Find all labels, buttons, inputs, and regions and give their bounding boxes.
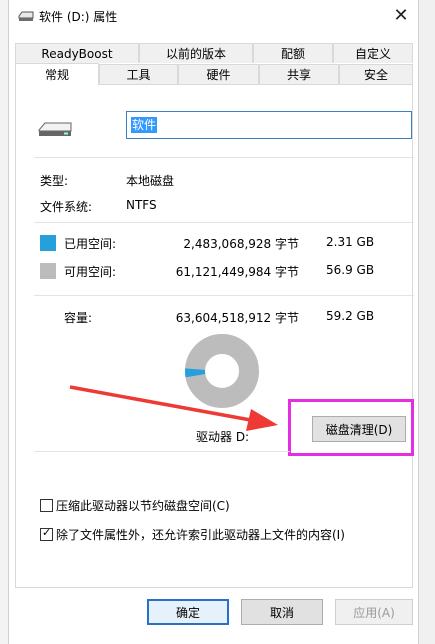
tabs-row-top: ReadyBoost 以前的版本 配额 自定义: [15, 43, 413, 63]
title-bar: 软件 (D:) 属性 ✕: [9, 0, 418, 32]
type-label: 类型:: [40, 174, 69, 188]
red-arrow-annotation: [69, 385, 278, 431]
used-space-label: 已用空间:: [64, 237, 117, 251]
index-label: 除了文件属性外，还允许索引此驱动器上文件的内容(I): [56, 528, 345, 542]
tab-security[interactable]: 安全: [339, 64, 413, 84]
tab-quota[interactable]: 配额: [253, 43, 333, 63]
tab-general[interactable]: 常规: [15, 63, 99, 85]
tabs-row-bottom: 常规 工具 硬件 共享 安全: [15, 63, 413, 85]
free-space-swatch: [40, 263, 56, 279]
separator: [34, 157, 414, 158]
disk-cleanup-button[interactable]: 磁盘清理(D): [312, 416, 406, 442]
close-button[interactable]: ✕: [384, 0, 418, 30]
capacity-bytes: 63,604,518,912 字节: [175, 311, 299, 325]
properties-window: 软件 (D:) 属性 ✕ ReadyBoost 以前的版本 配额 自定义 常规 …: [8, 0, 419, 644]
ok-button[interactable]: 确定: [147, 599, 229, 625]
cancel-button[interactable]: 取消: [241, 599, 323, 625]
drive-letter-label: 驱动器 D:: [196, 430, 250, 444]
capacity-size: 59.2 GB: [326, 309, 375, 323]
tab-sharing[interactable]: 共享: [259, 64, 339, 84]
tab-hardware[interactable]: 硬件: [178, 64, 259, 84]
separator: [34, 451, 290, 452]
check-icon: ✓: [42, 526, 52, 539]
tab-readyboost[interactable]: ReadyBoost: [15, 43, 139, 63]
used-space-swatch: [40, 235, 56, 251]
index-checkbox[interactable]: ✓: [40, 526, 53, 541]
separator: [34, 222, 414, 223]
filesystem-label: 文件系统:: [40, 200, 93, 214]
free-space-label: 可用空间:: [64, 265, 117, 279]
separator: [34, 295, 414, 296]
compress-checkbox[interactable]: [40, 499, 53, 512]
tab-previous-versions[interactable]: 以前的版本: [139, 43, 253, 63]
capacity-label: 容量:: [64, 311, 93, 325]
used-space-size: 2.31 GB: [326, 235, 375, 249]
drive-icon: [18, 11, 34, 21]
compress-label: 压缩此驱动器以节约磁盘空间(C): [56, 499, 230, 513]
volume-name-input[interactable]: 软件: [126, 111, 412, 139]
tab-tools[interactable]: 工具: [99, 64, 178, 84]
background-right: [419, 0, 435, 644]
general-tab-panel: 软件 类型: 本地磁盘 文件系统: NTFS 已用空间: 2,483,068,9…: [15, 84, 414, 588]
tab-customize[interactable]: 自定义: [333, 43, 413, 63]
apply-button[interactable]: 应用(A): [335, 599, 413, 625]
volume-name-text: 软件: [131, 117, 158, 133]
window-title: 软件 (D:) 属性: [39, 10, 118, 24]
type-value: 本地磁盘: [126, 174, 175, 188]
free-space-bytes: 61,121,449,984 字节: [175, 265, 299, 279]
close-icon: ✕: [393, 4, 409, 26]
used-space-bytes: 2,483,068,928 字节: [183, 237, 299, 251]
drive-large-icon: [38, 122, 72, 136]
filesystem-value: NTFS: [126, 198, 157, 212]
free-space-size: 56.9 GB: [326, 263, 375, 277]
